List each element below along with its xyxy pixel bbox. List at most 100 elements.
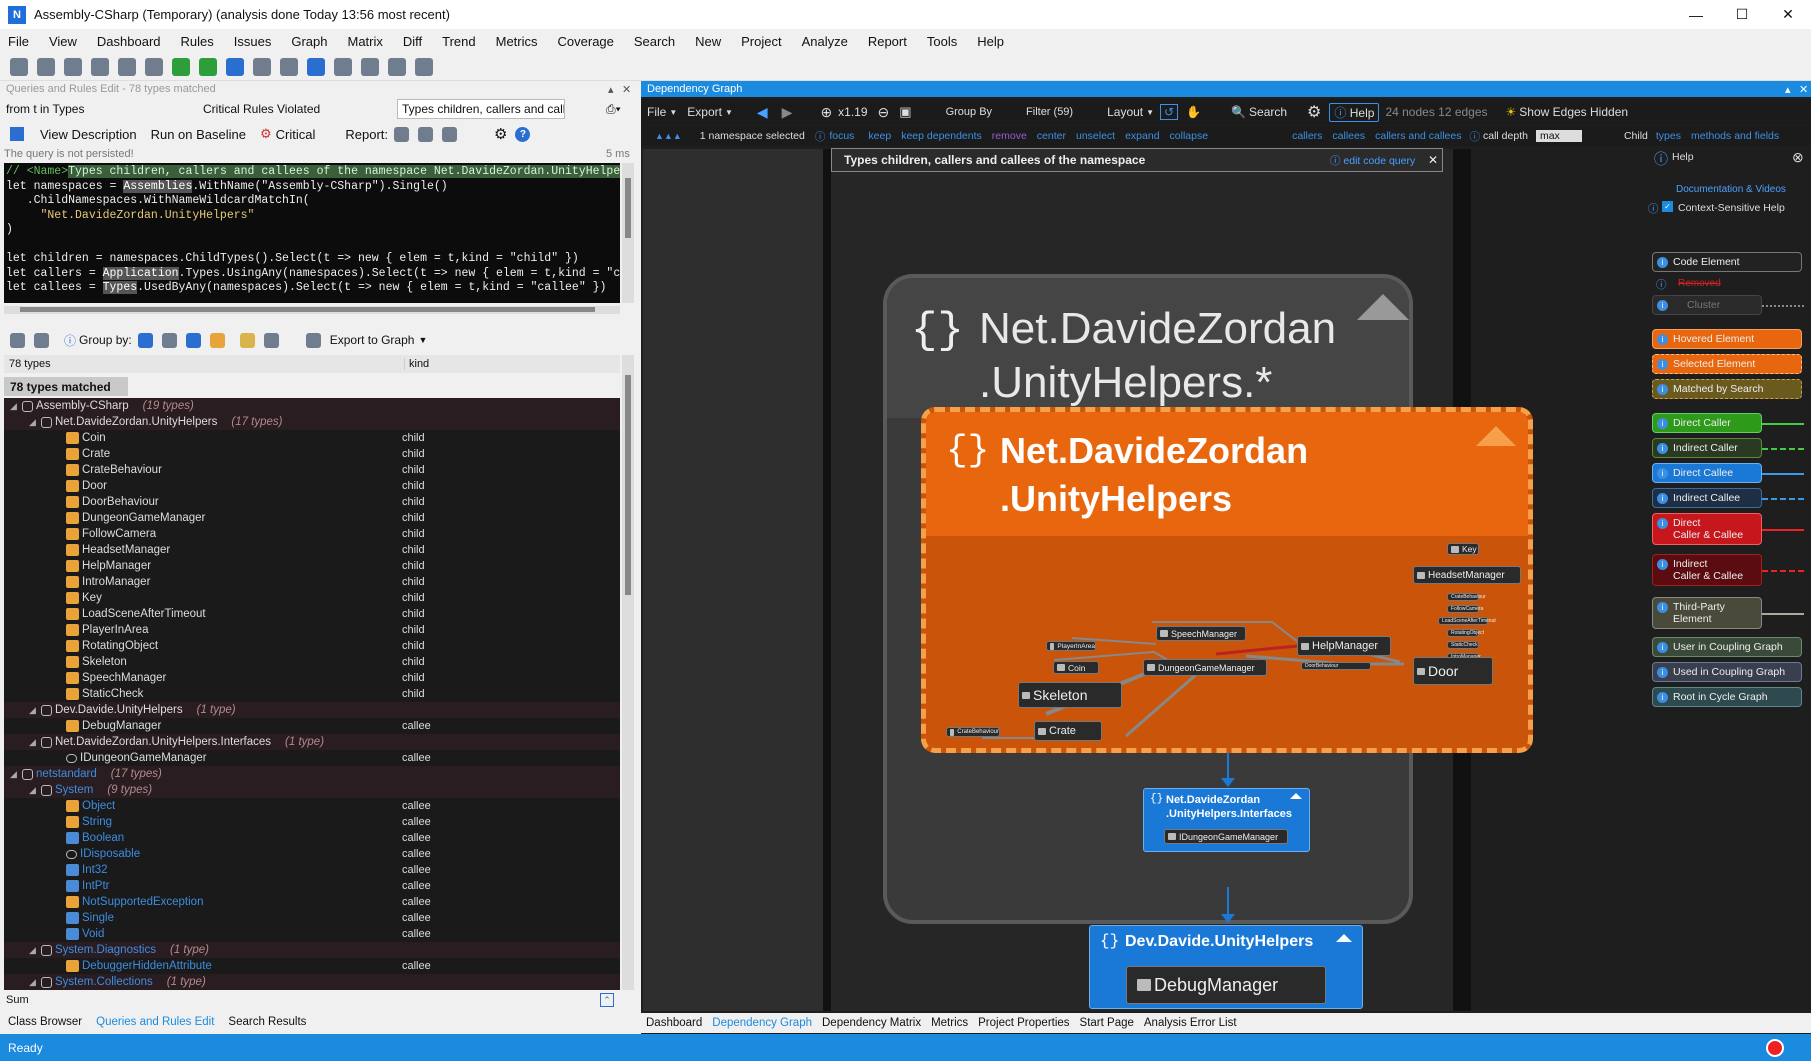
menu-report[interactable]: Report <box>868 34 907 49</box>
matrix-icon[interactable] <box>334 57 352 76</box>
column-types[interactable]: 78 types <box>9 358 51 370</box>
table-row[interactable]: NotSupportedException callee <box>4 894 620 910</box>
collapse-all-icon[interactable] <box>34 332 49 348</box>
group-by-dropdown[interactable]: Group By <box>946 106 992 118</box>
menu-metrics[interactable]: Metrics <box>496 34 538 49</box>
graph-node-doorbehaviour[interactable]: DoorBehaviour <box>1301 662 1371 670</box>
types-link[interactable]: types <box>1656 130 1681 142</box>
scrollbar-thumb[interactable] <box>20 307 595 312</box>
expander-icon[interactable]: ◢ <box>10 769 22 780</box>
context-help-checkbox[interactable]: ✓ <box>1662 201 1673 212</box>
table-row[interactable]: DungeonGameManager child <box>4 510 620 526</box>
graph-node-static[interactable]: StaticCheck <box>1447 641 1479 649</box>
collapse-link[interactable]: collapse <box>1170 130 1209 142</box>
open-project-icon[interactable] <box>37 57 55 76</box>
namespace-group-interfaces[interactable]: {} Net.DavideZordan .UnityHelpers.Interf… <box>1143 788 1310 852</box>
group-row[interactable]: ◢ System.Diagnostics (1 type) <box>4 942 620 958</box>
scrollbar-thumb[interactable] <box>625 375 631 595</box>
graph-node-key[interactable]: Key <box>1447 543 1479 555</box>
tab-metrics[interactable]: Metrics <box>931 1017 968 1029</box>
menu-view[interactable]: View <box>49 34 77 49</box>
back-icon[interactable]: ◀ <box>757 104 768 121</box>
dependency-graph-icon[interactable] <box>307 57 325 76</box>
group-row[interactable]: ◢ Assembly-CSharp (19 types) <box>4 398 620 414</box>
documentation-videos-link[interactable]: Documentation & Videos <box>1676 184 1786 195</box>
help-toggle[interactable]: ⓘ Help <box>1329 102 1380 122</box>
error-indicator-icon[interactable] <box>1766 1038 1784 1057</box>
table-row[interactable]: IDisposable callee <box>4 846 620 862</box>
code-vertical-scrollbar[interactable] <box>622 163 634 303</box>
menu-trend[interactable]: Trend <box>442 34 475 49</box>
keep-link[interactable]: keep <box>868 130 891 142</box>
table-row[interactable]: Void callee <box>4 926 620 942</box>
callers-link[interactable]: callers <box>1292 130 1322 142</box>
chevron-down-icon[interactable]: ▼ <box>1146 108 1154 117</box>
pin-icon[interactable]: ▴ <box>1785 83 1791 96</box>
column-kind[interactable]: kind <box>404 358 429 370</box>
chevron-down-icon[interactable]: ▼ <box>418 335 427 345</box>
table-row[interactable]: Single callee <box>4 910 620 926</box>
collapse-triangle-icon[interactable] <box>1476 426 1516 446</box>
graph-node-coin[interactable]: Coin <box>1053 661 1099 674</box>
new-query-dropdown-icon[interactable]: ⎙▾ <box>606 102 621 117</box>
chevron-down-icon[interactable]: ▼ <box>669 108 677 117</box>
search-icon[interactable] <box>361 57 379 76</box>
table-row[interactable]: String callee <box>4 814 620 830</box>
remove-link[interactable]: remove <box>992 130 1027 142</box>
callees-link[interactable]: callees <box>1332 130 1365 142</box>
table-row[interactable]: Int32 callee <box>4 862 620 878</box>
expander-icon[interactable]: ◢ <box>29 417 41 428</box>
graph-node-helpmanager[interactable]: HelpManager <box>1297 636 1391 656</box>
tab-start-page[interactable]: Start Page <box>1080 1017 1134 1029</box>
forward-icon[interactable] <box>253 57 271 76</box>
table-row[interactable]: FollowCamera child <box>4 526 620 542</box>
close-banner-icon[interactable]: ✕ <box>1428 153 1438 167</box>
graph-node-crate[interactable]: Crate <box>1034 721 1102 741</box>
methods-fields-link[interactable]: methods and fields <box>1691 130 1779 142</box>
forward-icon[interactable]: ▶ <box>782 104 793 121</box>
document-icon[interactable] <box>263 332 279 348</box>
tab-dependency-matrix[interactable]: Dependency Matrix <box>822 1017 921 1029</box>
graph-node-crateb[interactable]: CrateBehaviour <box>1447 593 1486 601</box>
zoom-in-icon[interactable]: ⊕ <box>820 104 832 121</box>
focus-link[interactable]: focus <box>829 130 854 142</box>
graph-node-rotating[interactable]: RotatingObject <box>1447 629 1484 637</box>
menu-analyze[interactable]: Analyze <box>802 34 848 49</box>
layout-dropdown[interactable]: Layout <box>1107 105 1143 119</box>
layout-direction-icon[interactable]: ↺ <box>1160 104 1179 120</box>
menu-new[interactable]: New <box>695 34 721 49</box>
filter-dropdown[interactable]: Filter (59) <box>1026 106 1073 118</box>
pin-icon[interactable]: ▴ <box>608 83 614 96</box>
pan-hand-icon[interactable]: ✋ <box>1186 105 1201 119</box>
table-row[interactable]: Coin child <box>4 430 620 446</box>
table-row[interactable]: DebugManager callee <box>4 718 620 734</box>
close-pane-icon[interactable]: ✕ <box>1799 83 1808 96</box>
menu-dashboard[interactable]: Dashboard <box>97 34 161 49</box>
show-edges-hidden-button[interactable]: Show Edges Hidden <box>1519 105 1628 119</box>
close-help-icon[interactable]: ⊗ <box>1792 149 1804 166</box>
refresh-icon[interactable] <box>145 57 163 76</box>
table-row[interactable]: StaticCheck child <box>4 686 620 702</box>
table-row[interactable]: CrateBehaviour child <box>4 462 620 478</box>
group-namespace-icon[interactable] <box>161 332 177 348</box>
expander-icon[interactable]: ◢ <box>29 705 41 716</box>
expand-all-icon[interactable] <box>10 332 25 348</box>
table-row[interactable]: Boolean callee <box>4 830 620 846</box>
tab-analysis-error-list[interactable]: Analysis Error List <box>1144 1017 1237 1029</box>
table-row[interactable]: IntPtr callee <box>4 878 620 894</box>
graph-node-debugmanager[interactable]: DebugManager <box>1126 966 1326 1004</box>
graph-node-follow[interactable]: FollowCamera <box>1447 605 1483 613</box>
table-row[interactable]: PlayerInArea child <box>4 622 620 638</box>
save-as-icon[interactable] <box>91 57 109 76</box>
report-icon-3[interactable] <box>442 126 458 142</box>
help-icon[interactable]: ? <box>515 126 531 142</box>
table-row[interactable]: DoorBehaviour child <box>4 494 620 510</box>
expander-icon[interactable]: ◢ <box>10 401 22 412</box>
tab-queries-rules-edit[interactable]: Queries and Rules Edit <box>96 1016 214 1028</box>
zoom-out-icon[interactable]: ⊖ <box>878 104 890 121</box>
callers-and-callees-link[interactable]: callers and callees <box>1375 130 1461 142</box>
graph-node-skeleton[interactable]: Skeleton <box>1018 682 1122 708</box>
call-depth-select[interactable]: max <box>1535 130 1582 142</box>
namespace-group-selected[interactable]: {} Net.DavideZordan .UnityHelpers Key He… <box>921 407 1533 753</box>
minimize-button[interactable]: — <box>1673 0 1719 29</box>
